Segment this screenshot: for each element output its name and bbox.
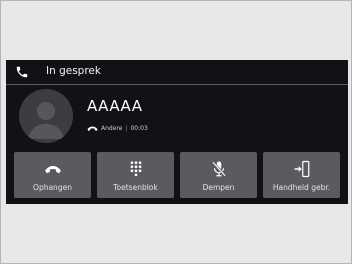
call-header: In gesprek xyxy=(6,60,348,85)
call-status-label: Andere xyxy=(101,124,123,132)
keypad-label: Toetsenblok xyxy=(113,183,158,192)
handheld-label: Handheld gebr. xyxy=(272,183,331,192)
page-frame: In gesprek AAAAA Andere | 00:03 Ophangen xyxy=(0,0,352,264)
hang-up-icon xyxy=(44,166,61,174)
avatar xyxy=(19,89,73,143)
call-duration: 00:03 xyxy=(130,124,148,132)
person-silhouette-icon xyxy=(28,102,64,139)
call-status: Andere | 00:03 xyxy=(87,122,148,134)
handheld-button[interactable]: Handheld gebr. xyxy=(263,152,340,198)
hang-up-button[interactable]: Ophangen xyxy=(14,152,91,198)
page-title: In gesprek xyxy=(46,65,101,77)
call-screen: In gesprek AAAAA Andere | 00:03 Ophangen xyxy=(6,60,348,204)
status-separator: | xyxy=(125,124,128,132)
keypad-icon xyxy=(130,161,141,177)
phone-icon xyxy=(16,66,28,78)
keypad-button[interactable]: Toetsenblok xyxy=(97,152,174,198)
handheld-transfer-icon xyxy=(294,160,309,178)
mute-button[interactable]: Dempen xyxy=(180,152,257,198)
hang-up-label: Ophangen xyxy=(33,183,72,192)
mute-label: Dempen xyxy=(202,183,235,192)
caller-name: AAAAA xyxy=(87,97,143,115)
mute-microphone-icon xyxy=(211,161,226,177)
handset-icon xyxy=(87,126,98,131)
